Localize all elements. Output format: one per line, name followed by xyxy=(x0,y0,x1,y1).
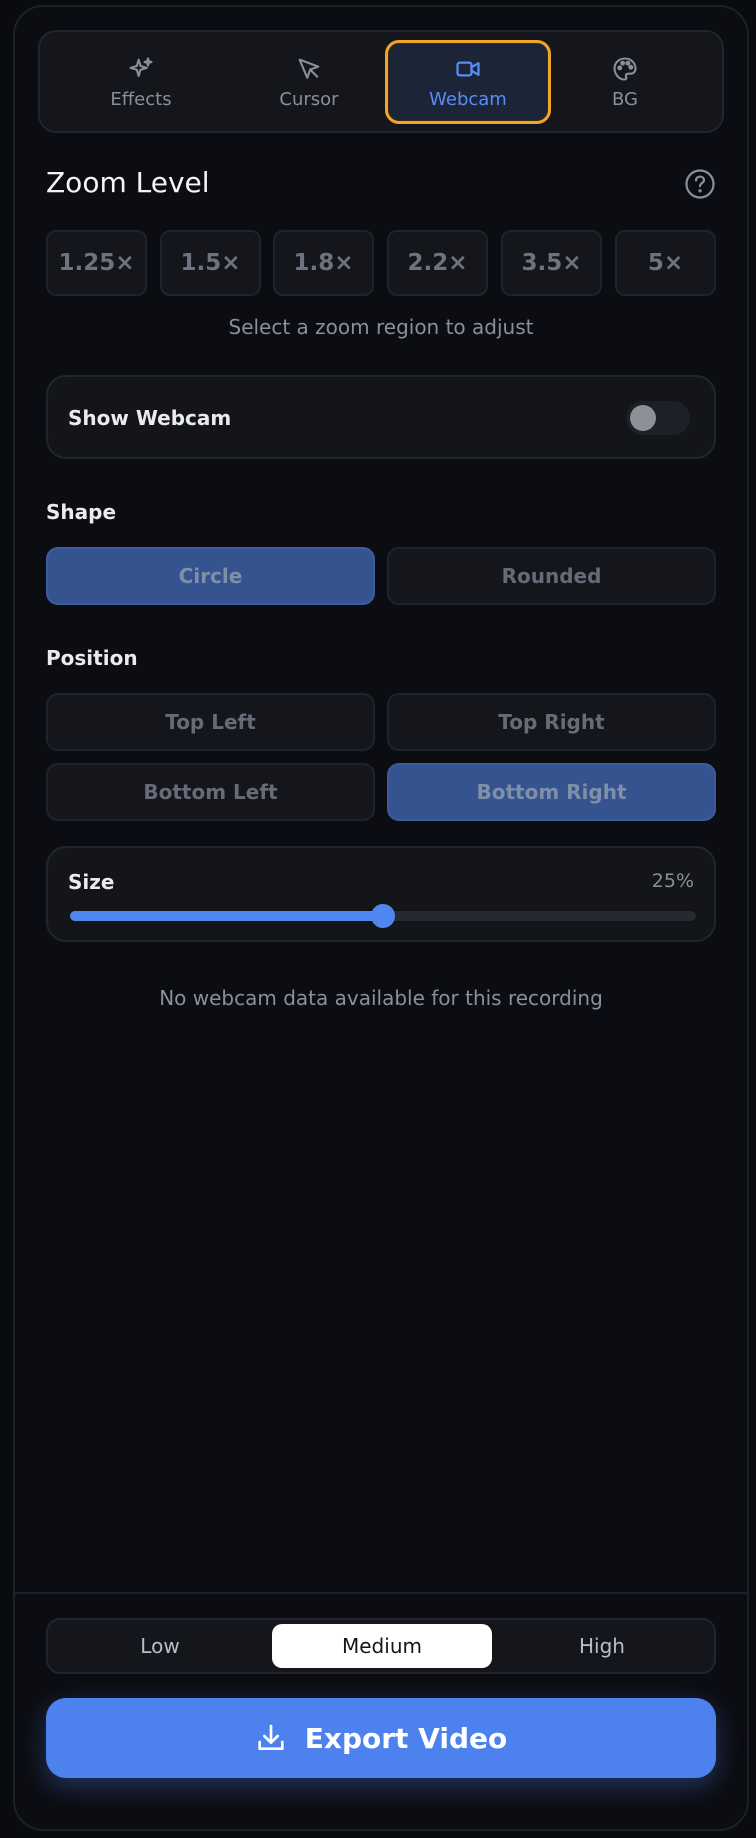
position-label: Position xyxy=(46,646,138,670)
zoom-level-1-5-button[interactable]: 1.5× xyxy=(160,230,261,296)
position-top-left-button[interactable]: Top Left xyxy=(46,693,375,751)
zoom-hint-text: Select a zoom region to adjust xyxy=(228,315,534,339)
shape-rounded-button[interactable]: Rounded xyxy=(387,547,716,605)
tab-cursor-label: Cursor xyxy=(279,88,339,110)
zoom-level-5-button[interactable]: 5× xyxy=(615,230,716,296)
tab-bg-label: BG xyxy=(612,88,638,110)
quality-medium-option[interactable]: Medium xyxy=(272,1624,492,1668)
zoom-level-2-2-button[interactable]: 2.2× xyxy=(387,230,488,296)
show-webcam-card: Show Webcam xyxy=(46,375,716,459)
tab-webcam[interactable]: Webcam xyxy=(385,40,551,124)
export-video-label: Export Video xyxy=(304,1721,508,1755)
tab-bg[interactable]: BG xyxy=(542,40,708,124)
size-value: 25% xyxy=(651,870,694,892)
help-icon[interactable] xyxy=(684,168,716,200)
toggle-knob xyxy=(630,405,656,431)
position-top-right-button[interactable]: Top Right xyxy=(387,693,716,751)
no-webcam-data-message: No webcam data available for this record… xyxy=(159,986,603,1010)
tab-effects[interactable]: Effects xyxy=(58,40,224,124)
shape-label: Shape xyxy=(46,500,117,524)
download-icon xyxy=(258,1724,284,1750)
quality-high-option[interactable]: High xyxy=(492,1624,712,1668)
zoom-level-1-8-button[interactable]: 1.8× xyxy=(273,230,374,296)
size-slider-fill xyxy=(70,911,383,921)
quality-selector: Low Medium High xyxy=(46,1618,716,1674)
footer-divider xyxy=(15,1592,747,1594)
tab-effects-label: Effects xyxy=(110,88,172,110)
size-slider-thumb[interactable] xyxy=(371,904,395,928)
zoom-level-title: Zoom Level xyxy=(46,166,210,199)
show-webcam-toggle[interactable] xyxy=(626,401,690,435)
export-video-button[interactable]: Export Video xyxy=(46,1698,716,1778)
quality-low-option[interactable]: Low xyxy=(50,1624,270,1668)
zoom-level-1-25-button[interactable]: 1.25× xyxy=(46,230,147,296)
position-bottom-right-button[interactable]: Bottom Right xyxy=(387,763,716,821)
video-camera-icon xyxy=(456,60,480,77)
palette-icon xyxy=(613,56,637,81)
zoom-level-3-5-button[interactable]: 3.5× xyxy=(501,230,602,296)
sparkles-icon xyxy=(129,56,153,77)
cursor-icon xyxy=(298,58,320,79)
shape-circle-button[interactable]: Circle xyxy=(46,547,375,605)
tab-bar: Effects Cursor Webcam BG xyxy=(38,30,724,133)
size-label: Size xyxy=(68,870,115,894)
tab-webcam-label: Webcam xyxy=(429,88,507,110)
position-bottom-left-button[interactable]: Bottom Left xyxy=(46,763,375,821)
size-slider-track[interactable] xyxy=(70,904,696,928)
size-card: Size 25% xyxy=(46,846,716,942)
show-webcam-label: Show Webcam xyxy=(68,406,232,430)
tab-cursor[interactable]: Cursor xyxy=(226,40,392,124)
